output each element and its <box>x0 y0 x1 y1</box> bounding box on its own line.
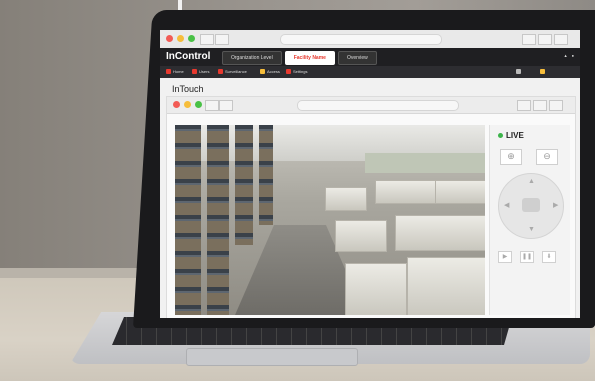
live-camera-feed[interactable] <box>175 125 485 315</box>
pallet-stack <box>407 257 485 315</box>
chart-icon <box>540 69 545 74</box>
pallet-stack <box>395 215 485 251</box>
window-zoom-dot[interactable] <box>188 35 195 42</box>
pallet-stack <box>345 263 407 315</box>
crumb-organization[interactable]: Organization Level <box>222 51 282 65</box>
pan-right-icon[interactable]: ▶ <box>553 201 558 209</box>
live-dot-icon <box>498 133 503 138</box>
pan-tilt-control[interactable]: ▲ ▼ ◀ ▶ <box>498 173 564 239</box>
app-toolbar: Home Users Surveillance Access Settings <box>160 66 580 78</box>
toolbar-settings[interactable]: Settings <box>286 69 307 74</box>
browser-action-3[interactable] <box>554 34 568 45</box>
browser-bar <box>160 30 580 49</box>
users-icon <box>192 69 197 74</box>
pan-down-icon[interactable]: ▼ <box>528 226 535 233</box>
pallet-stack <box>335 220 387 252</box>
crumb-facility[interactable]: Facility Name <box>284 51 335 65</box>
window-minimize-dot[interactable] <box>177 35 184 42</box>
pallet-stack <box>375 180 437 204</box>
camera-control-panel: LIVE ⊕ ⊖ ▲ ▼ ◀ ▶ ▶ ❚❚ ⬇ <box>489 125 570 315</box>
inner-zoom-dot[interactable] <box>195 101 202 108</box>
inner-action-3[interactable] <box>549 100 563 111</box>
storage-rack <box>175 125 201 315</box>
grid-icon <box>516 69 521 74</box>
zoom-out-icon[interactable]: ⊖ <box>536 149 558 165</box>
storage-rack <box>235 125 253 245</box>
toolbar-surveillance[interactable]: Surveillance <box>218 69 247 74</box>
header-actions: ▲ ● <box>564 53 574 58</box>
storage-rack <box>259 125 273 225</box>
alert-icon[interactable]: ▲ <box>564 53 568 58</box>
window-close-dot[interactable] <box>166 35 173 42</box>
camera-icon <box>218 69 223 74</box>
live-indicator: LIVE <box>498 131 524 140</box>
page-title: InTouch <box>172 84 204 94</box>
breadcrumb: Organization Level Facility Name Overvie… <box>222 51 377 65</box>
address-bar[interactable] <box>280 34 442 45</box>
forward-button[interactable] <box>215 34 229 45</box>
camera-icon[interactable] <box>522 198 540 212</box>
toolbar-access[interactable]: Access <box>260 69 280 74</box>
toolbar-home[interactable]: Home <box>166 69 184 74</box>
warehouse-back-wall <box>365 153 485 173</box>
toolbar-users[interactable]: Users <box>192 69 209 74</box>
intouch-window: LIVE ⊕ ⊖ ▲ ▼ ◀ ▶ ▶ ❚❚ ⬇ <box>166 96 576 318</box>
pan-up-icon[interactable]: ▲ <box>528 178 535 185</box>
laptop-trackpad <box>186 348 358 366</box>
crumb-overview[interactable]: Overview <box>337 51 377 65</box>
toolbar-grid[interactable] <box>516 69 521 74</box>
inner-action-2[interactable] <box>533 100 547 111</box>
inner-minimize-dot[interactable] <box>184 101 191 108</box>
inner-address-bar[interactable] <box>297 100 459 111</box>
browser-action-1[interactable] <box>522 34 536 45</box>
pause-icon[interactable]: ❚❚ <box>520 251 534 263</box>
inner-browser-bar <box>167 97 575 114</box>
pallet-stack <box>435 180 485 204</box>
storage-rack <box>207 125 229 315</box>
inner-forward-button[interactable] <box>219 100 233 111</box>
back-button[interactable] <box>200 34 214 45</box>
browser-action-2[interactable] <box>538 34 552 45</box>
live-label: LIVE <box>506 131 524 140</box>
pan-left-icon[interactable]: ◀ <box>504 201 509 209</box>
wifi-icon <box>260 69 265 74</box>
toolbar-chart[interactable] <box>540 69 545 74</box>
laptop-screen: InControl Organization Level Facility Na… <box>160 30 580 318</box>
user-icon[interactable]: ● <box>572 53 574 58</box>
home-icon <box>166 69 171 74</box>
inner-back-button[interactable] <box>205 100 219 111</box>
app-header: InControl Organization Level Facility Na… <box>160 48 580 66</box>
zoom-in-icon[interactable]: ⊕ <box>500 149 522 165</box>
play-icon[interactable]: ▶ <box>498 251 512 263</box>
gear-icon <box>286 69 291 74</box>
inner-close-dot[interactable] <box>173 101 180 108</box>
inner-action-1[interactable] <box>517 100 531 111</box>
download-icon[interactable]: ⬇ <box>542 251 556 263</box>
pallet-stack <box>325 187 367 211</box>
app-logo: InControl <box>166 51 211 62</box>
